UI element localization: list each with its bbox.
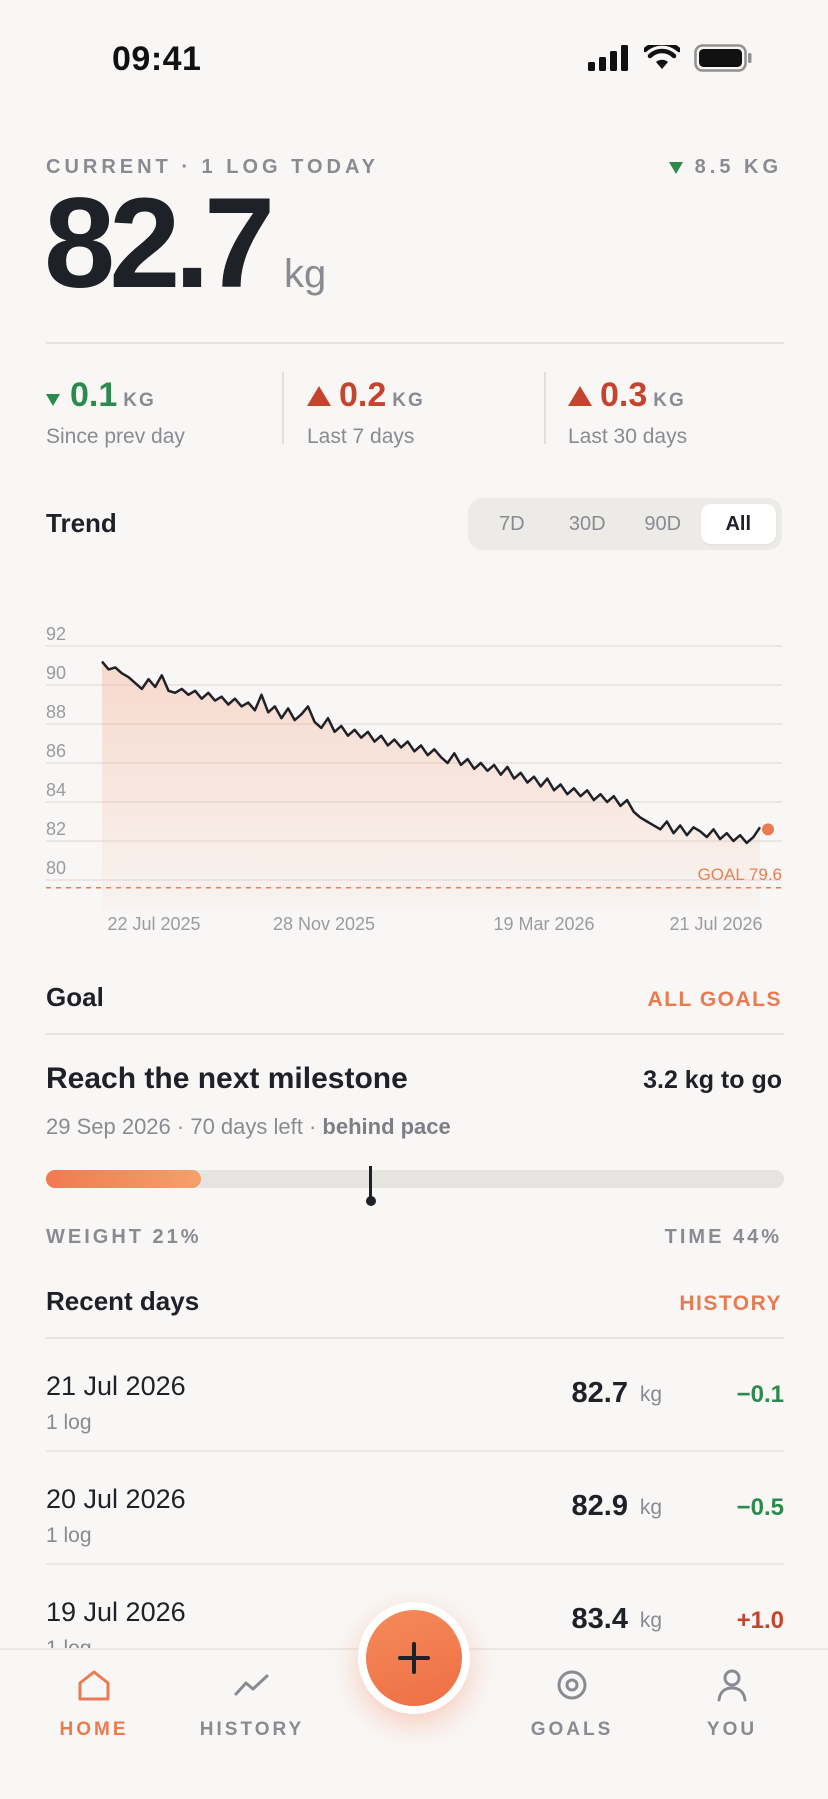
stat-30-days: 0.3 KG Last 30 days xyxy=(568,376,828,449)
y-tick-label: 92 xyxy=(46,624,66,644)
person-icon xyxy=(717,1669,747,1702)
row-log-count: 1 log xyxy=(46,1411,92,1434)
stat-caption: Last 7 days xyxy=(307,425,415,448)
row-delta: −0.5 xyxy=(736,1494,784,1521)
tab-home[interactable]: HOME xyxy=(24,1668,164,1741)
row-log-count: 1 log xyxy=(46,1524,92,1547)
recent-day-row[interactable]: 20 Jul 2026 1 log 82.9 kg −0.5 xyxy=(46,1452,784,1565)
tab-history[interactable]: HISTORY xyxy=(182,1668,322,1741)
y-tick-label: 90 xyxy=(46,663,66,683)
history-link[interactable]: HISTORY xyxy=(679,1292,782,1316)
y-tick-label: 82 xyxy=(46,819,66,839)
weight-progress-label: WEIGHT 21% xyxy=(46,1226,202,1248)
row-delta: +1.0 xyxy=(736,1607,784,1634)
tab-label: HISTORY xyxy=(199,1719,305,1740)
all-goals-link[interactable]: ALL GOALS xyxy=(648,988,782,1012)
y-tick-label: 80 xyxy=(46,858,66,878)
goal-progress-fill xyxy=(46,1170,201,1188)
up-triangle-icon xyxy=(568,386,592,406)
trend-title: Trend xyxy=(46,508,117,538)
current-weight: 82.7 xyxy=(44,172,275,315)
stat-value: 0.1 xyxy=(70,376,118,414)
time-progress-label: TIME 44% xyxy=(664,1226,782,1248)
stat-caption: Since prev day xyxy=(46,425,185,448)
signal-icon xyxy=(588,45,628,71)
recent-day-row[interactable]: 21 Jul 2026 1 log 82.7 kg −0.1 xyxy=(46,1339,784,1452)
range-selector: 7D 30D 90D All xyxy=(468,498,782,550)
row-unit: kg xyxy=(639,1609,662,1632)
status-time: 09:41 xyxy=(112,40,202,78)
home-icon xyxy=(78,1670,110,1701)
add-log-button[interactable] xyxy=(366,1610,462,1706)
row-weight: 83.4 xyxy=(571,1603,628,1635)
up-triangle-icon xyxy=(307,386,331,406)
milestone-date-text: 29 Sep 2026 · 70 days left · xyxy=(46,1114,323,1139)
stat-unit: KG xyxy=(653,390,686,411)
row-date: 20 Jul 2026 xyxy=(46,1484,186,1514)
wifi-icon xyxy=(644,45,680,69)
x-tick-label: 28 Nov 2025 xyxy=(273,914,375,934)
milestone-subtitle: 29 Sep 2026 · 70 days left · behind pace xyxy=(46,1114,451,1140)
row-weight: 82.9 xyxy=(571,1490,628,1522)
tab-goals[interactable]: GOALS xyxy=(502,1668,642,1741)
down-triangle-icon xyxy=(668,161,683,174)
stat-separator xyxy=(282,372,284,444)
x-tick-label: 19 Mar 2026 xyxy=(493,914,594,934)
row-unit: kg xyxy=(639,1496,662,1519)
stat-prev-day: 0.1 KG Since prev day xyxy=(46,376,306,449)
row-date: 21 Jul 2026 xyxy=(46,1371,186,1401)
row-weight: 82.7 xyxy=(571,1377,628,1409)
milestone-to-go: 3.2 kg to go xyxy=(643,1066,782,1094)
range-90d[interactable]: 90D xyxy=(625,504,701,544)
row-date: 19 Jul 2026 xyxy=(46,1597,186,1627)
status-icons xyxy=(588,44,752,72)
battery-icon xyxy=(694,44,752,72)
range-30d[interactable]: 30D xyxy=(550,504,626,544)
x-tick-label: 21 Jul 2026 xyxy=(669,914,762,934)
total-change: 8.5 KG xyxy=(668,156,782,179)
goal-section-title: Goal xyxy=(46,982,104,1012)
row-delta: −0.1 xyxy=(736,1381,784,1408)
stat-unit: KG xyxy=(123,390,156,411)
y-tick-label: 84 xyxy=(46,780,66,800)
trend-chart[interactable]: 92908886848280GOAL 79.6 22 Jul 202528 No… xyxy=(0,590,828,950)
stat-7-days: 0.2 KG Last 7 days xyxy=(307,376,567,449)
stat-caption: Last 30 days xyxy=(568,425,688,448)
recent-days-title: Recent days xyxy=(46,1286,200,1316)
stat-unit: KG xyxy=(392,390,425,411)
trend-icon xyxy=(234,1674,269,1696)
x-tick-label: 22 Jul 2025 xyxy=(107,914,200,934)
plus-icon xyxy=(398,1642,430,1674)
tab-you[interactable]: YOU xyxy=(662,1668,802,1741)
tab-label: HOME xyxy=(59,1719,129,1740)
time-progress-marker-dot xyxy=(365,1196,376,1206)
stat-value: 0.3 xyxy=(600,376,648,414)
divider xyxy=(46,342,784,344)
range-all[interactable]: All xyxy=(700,504,776,544)
divider xyxy=(46,1033,784,1035)
milestone-title: Reach the next milestone xyxy=(46,1062,408,1095)
current-unit: kg xyxy=(284,252,327,296)
range-7d[interactable]: 7D xyxy=(474,504,550,544)
tab-label: GOALS xyxy=(530,1719,614,1740)
y-tick-label: 88 xyxy=(46,702,66,722)
y-tick-label: 86 xyxy=(46,741,66,761)
tab-label: YOU xyxy=(706,1719,758,1740)
target-icon xyxy=(557,1670,587,1700)
total-change-value: 8.5 KG xyxy=(694,156,782,178)
down-triangle-icon xyxy=(46,394,60,406)
pace-status: behind pace xyxy=(322,1114,451,1139)
stat-value: 0.2 xyxy=(339,376,387,414)
row-unit: kg xyxy=(639,1383,662,1406)
latest-point xyxy=(762,823,774,836)
stat-separator xyxy=(544,372,546,444)
